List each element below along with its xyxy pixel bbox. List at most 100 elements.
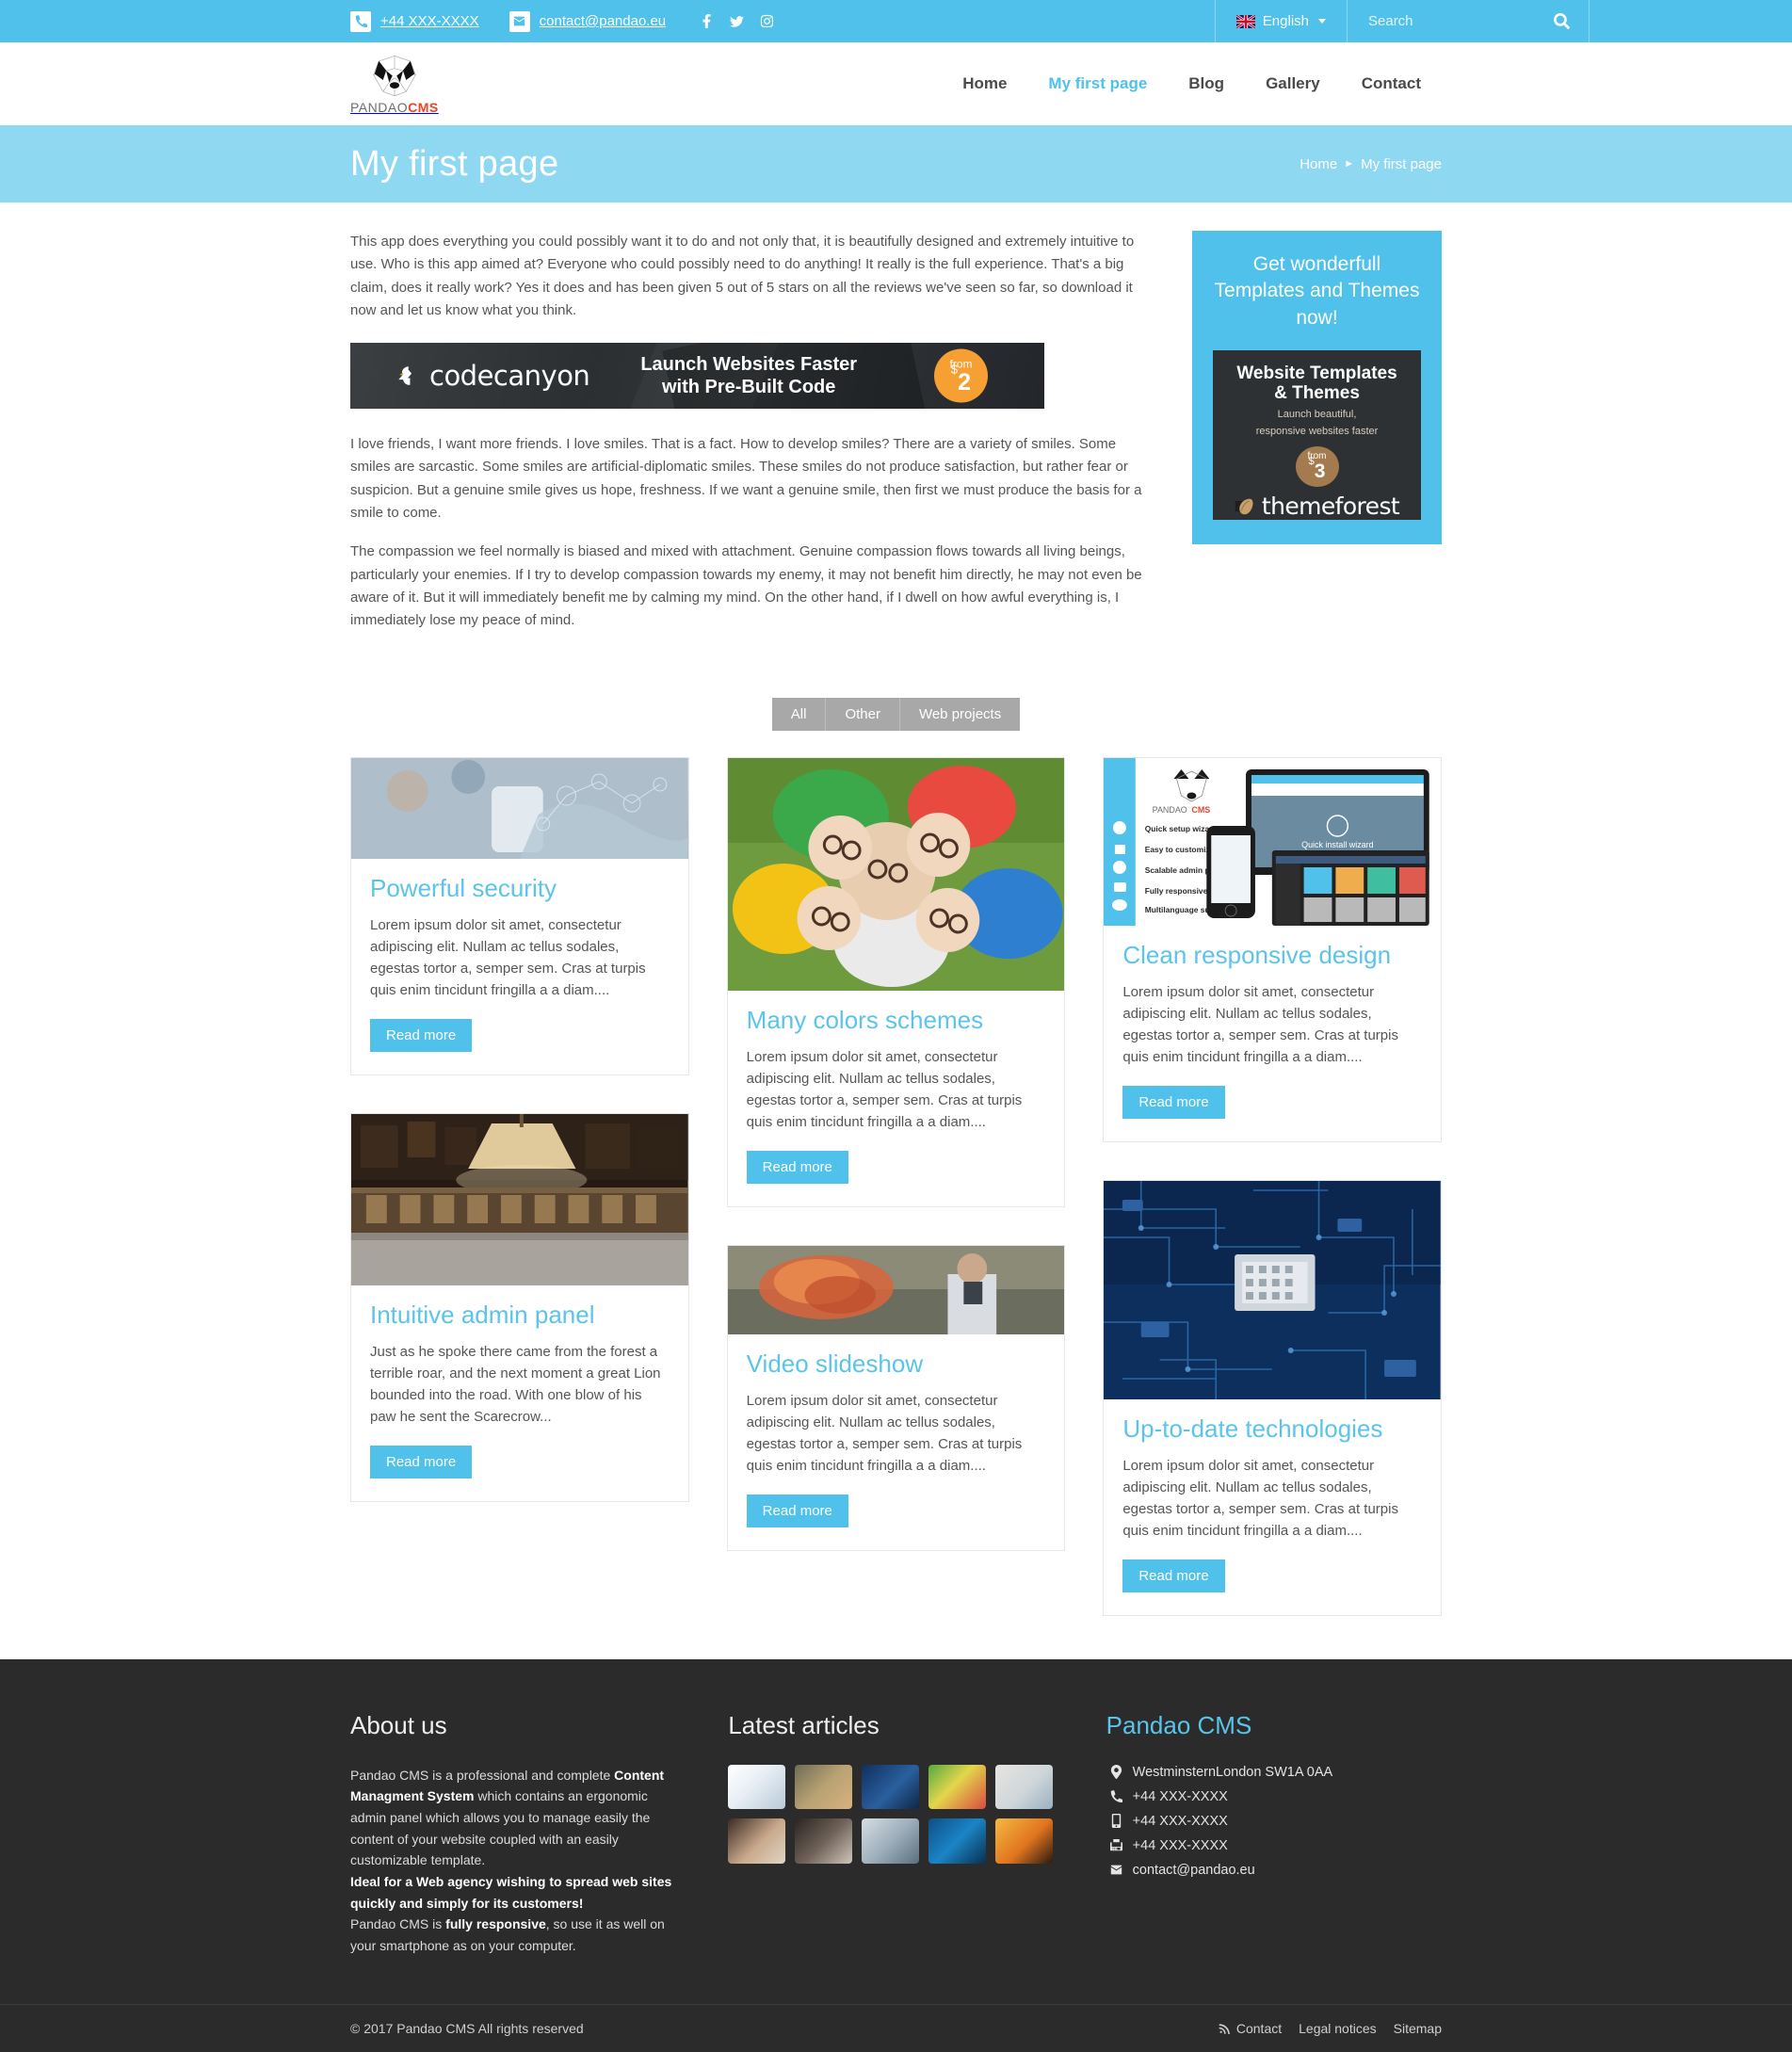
codecanyon-logo: codecanyon xyxy=(396,360,590,392)
portfolio-card[interactable]: Up-to-date technologies Lorem ipsum dolo… xyxy=(1103,1179,1443,1616)
footer-about-text: Pandao CMS is a professional and complet… xyxy=(350,1767,672,1953)
themeforest-subtitle-1: Launch beautiful, xyxy=(1277,408,1357,420)
phone-text: +44 XXX-XXXX xyxy=(380,13,479,29)
article-paragraph-1: This app does everything you could possi… xyxy=(350,234,1135,318)
article-thumbnail[interactable] xyxy=(728,1764,786,1810)
site-header: PANDAOCMS Home My first page Blog Galler… xyxy=(0,42,1792,125)
nav-item-my-first-page[interactable]: My first page xyxy=(1027,74,1168,93)
nav-item-contact[interactable]: Contact xyxy=(1341,74,1442,93)
filter-button-web-projects[interactable]: Web projects xyxy=(899,697,1021,731)
language-selector[interactable]: English xyxy=(1214,0,1347,42)
card-image-up-to-date-technologies xyxy=(1104,1180,1442,1399)
themeforest-title-2: & Themes xyxy=(1274,383,1360,404)
portfolio-column-1: Powerful security Lorem ipsum dolor sit … xyxy=(350,756,689,1616)
codecanyon-price-badge: from $2 xyxy=(934,348,988,403)
latest-articles-thumbnails xyxy=(728,1764,1054,1864)
site-logo[interactable]: PANDAOCMS xyxy=(350,53,439,115)
codecanyon-bird-icon xyxy=(398,366,412,385)
portfolio-column-3: Quick setup wizard Easy to customize Sca… xyxy=(1103,756,1443,1616)
read-more-button[interactable]: Read more xyxy=(746,1150,848,1184)
read-more-button[interactable]: Read more xyxy=(746,1494,848,1527)
map-pin-icon xyxy=(1106,1764,1127,1779)
twitter-icon[interactable] xyxy=(730,14,745,28)
portfolio-card[interactable]: Powerful security Lorem ipsum dolor sit … xyxy=(350,756,689,1075)
article-thumbnail[interactable] xyxy=(928,1764,987,1810)
instagram-icon[interactable] xyxy=(760,14,774,28)
top-bar-spacer xyxy=(1590,0,1792,42)
nav-item-home[interactable]: Home xyxy=(942,74,1027,93)
filter-button-other[interactable]: Other xyxy=(826,697,900,731)
email-text: contact@pandao.eu xyxy=(539,13,667,29)
phone-icon xyxy=(350,10,371,32)
article-thumbnail[interactable] xyxy=(995,1764,1054,1810)
contact-phone-text: +44 XXX-XXXX xyxy=(1132,1788,1228,1804)
chevron-down-icon xyxy=(1318,19,1326,24)
svg-text:Easy to customize: Easy to customize xyxy=(1145,845,1215,854)
portfolio-card[interactable]: Intuitive admin panel Just as he spoke t… xyxy=(350,1112,689,1502)
email-link[interactable]: contact@pandao.eu xyxy=(509,10,667,32)
article-thumbnail[interactable] xyxy=(795,1818,853,1864)
breadcrumb-current: My first page xyxy=(1361,155,1442,172)
footer-brand-title: Pandao CMS xyxy=(1106,1710,1252,1739)
social-links xyxy=(700,14,774,28)
filter-button-all[interactable]: All xyxy=(771,697,827,731)
contact-address: WestminsternLondon SW1A 0AA xyxy=(1106,1764,1442,1780)
top-bar-left: +44 XXX-XXXX contact@pandao.eu xyxy=(0,0,1215,42)
footer-link-sitemap[interactable]: Sitemap xyxy=(1394,2021,1442,2036)
mobile-icon xyxy=(1106,1813,1127,1828)
rss-icon xyxy=(1219,2024,1230,2034)
svg-text:Quick setup wizard: Quick setup wizard xyxy=(1145,824,1218,833)
copyright-text: © 2017 Pandao CMS All rights reserved xyxy=(350,2020,584,2036)
logo-wordmark: PANDAOCMS xyxy=(350,100,439,115)
read-more-button[interactable]: Read more xyxy=(1122,1559,1225,1592)
breadcrumb-home[interactable]: Home xyxy=(1300,156,1337,172)
card-title: Up-to-date technologies xyxy=(1122,1414,1383,1443)
article-thumbnail[interactable] xyxy=(862,1764,920,1810)
contact-address-text: WestminsternLondon SW1A 0AA xyxy=(1132,1764,1333,1780)
article-thumbnail[interactable] xyxy=(862,1818,920,1864)
page-title: My first page xyxy=(350,143,559,184)
top-bar: +44 XXX-XXXX contact@pandao.eu English S… xyxy=(0,0,1792,42)
search-icon[interactable] xyxy=(1554,13,1570,29)
read-more-button[interactable]: Read more xyxy=(1122,1085,1225,1119)
themeforest-ad[interactable]: Website Templates & Themes Launch beauti… xyxy=(1213,350,1421,521)
footer-link-contact[interactable]: Contact xyxy=(1219,2021,1282,2036)
read-more-button[interactable]: Read more xyxy=(370,1445,473,1478)
card-excerpt: Lorem ipsum dolor sit amet, consectetur … xyxy=(746,1048,1023,1131)
footer-link-legal-notices[interactable]: Legal notices xyxy=(1299,2021,1377,2036)
nav-item-gallery[interactable]: Gallery xyxy=(1245,74,1341,93)
footer-links: Contact Legal notices Sitemap xyxy=(1219,2021,1442,2036)
nav-item-blog[interactable]: Blog xyxy=(1168,74,1245,93)
article-thumbnail[interactable] xyxy=(728,1818,786,1864)
read-more-button[interactable]: Read more xyxy=(370,1018,473,1052)
svg-text:CMS: CMS xyxy=(1192,805,1211,815)
themeforest-subtitle-2: responsive websites faster xyxy=(1255,426,1379,438)
sidebar-promo-heading: Get wonderfull Templates and Themes now! xyxy=(1214,253,1420,329)
svg-text:Quick install wizard: Quick install wizard xyxy=(1301,840,1374,849)
contact-mobile: +44 XXX-XXXX xyxy=(1106,1813,1442,1829)
portfolio-card[interactable]: Video slideshow Lorem ipsum dolor sit am… xyxy=(726,1244,1066,1551)
article-paragraph-3: The compassion we feel normally is biase… xyxy=(350,543,1142,629)
sidebar-promo-block: Get wonderfull Templates and Themes now!… xyxy=(1192,231,1442,545)
portfolio-card[interactable]: Many colors schemes Lorem ipsum dolor si… xyxy=(726,756,1066,1207)
codecanyon-ad-banner[interactable]: codecanyon Launch Websites Faster with P… xyxy=(350,343,1044,410)
facebook-icon[interactable] xyxy=(700,14,714,28)
site-footer: About us Pandao CMS is a professional an… xyxy=(0,1658,1792,2052)
card-title: Clean responsive design xyxy=(1122,940,1392,969)
contact-fax-text: +44 XXX-XXXX xyxy=(1132,1837,1228,1853)
article-thumbnail[interactable] xyxy=(995,1818,1054,1864)
portfolio-grid: Powerful security Lorem ipsum dolor sit … xyxy=(0,756,1792,1659)
phone-link[interactable]: +44 XXX-XXXX xyxy=(350,10,479,32)
card-title: Intuitive admin panel xyxy=(370,1300,595,1329)
article-thumbnail[interactable] xyxy=(795,1764,853,1810)
footer-articles-title: Latest articles xyxy=(728,1710,880,1739)
card-excerpt: Lorem ipsum dolor sit amet, consectetur … xyxy=(370,916,646,999)
portfolio-card[interactable]: Quick setup wizard Easy to customize Sca… xyxy=(1103,756,1443,1142)
phone-icon xyxy=(1106,1789,1127,1803)
themeforest-leaf-icon xyxy=(1235,498,1253,514)
page-content: This app does everything you could possi… xyxy=(0,202,1792,649)
search-input[interactable] xyxy=(1366,12,1570,30)
themeforest-price-badge: from $3 xyxy=(1295,446,1339,488)
search-box[interactable] xyxy=(1347,0,1590,42)
article-thumbnail[interactable] xyxy=(928,1818,987,1864)
